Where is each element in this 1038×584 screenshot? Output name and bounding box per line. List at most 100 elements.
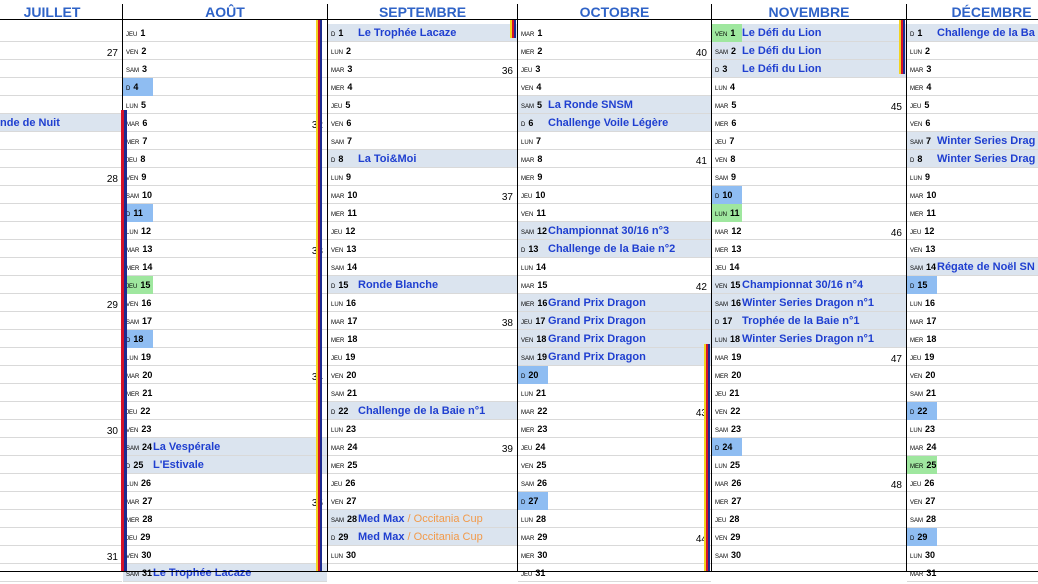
day-row[interactable]: JEU 26	[907, 474, 1038, 492]
day-row[interactable]: VEN 2	[123, 42, 327, 60]
day-row[interactable]	[0, 186, 122, 204]
day-row[interactable]: SAM 7 Winter Series Drag	[907, 132, 1038, 150]
event-label[interactable]: Le Défi du Lion	[742, 42, 906, 60]
day-row[interactable]: MER 27	[712, 492, 906, 510]
day-row[interactable]: MER 4	[907, 78, 1038, 96]
day-row[interactable]: JEU 12	[328, 222, 517, 240]
day-row[interactable]: MAR 10	[907, 186, 1038, 204]
day-row[interactable]: MAR 13	[123, 240, 327, 258]
day-row[interactable]	[0, 168, 122, 186]
day-row[interactable]: D 15 Ronde Blanche	[328, 276, 517, 294]
day-row[interactable]	[0, 204, 122, 222]
day-row[interactable]: VEN 13	[907, 240, 1038, 258]
day-row[interactable]: MAR 19	[712, 348, 906, 366]
day-row[interactable]	[0, 276, 122, 294]
day-row[interactable]: MAR 15	[518, 276, 711, 294]
day-row[interactable]: MAR 29	[518, 528, 711, 546]
day-row[interactable]: SAM 28 Med Max / Occitania Cup	[328, 510, 517, 528]
day-row[interactable]	[0, 132, 122, 150]
day-row[interactable]: MER 9	[518, 168, 711, 186]
day-row[interactable]	[0, 564, 122, 582]
day-row[interactable]: JEU 14	[712, 258, 906, 276]
day-row[interactable]: JEU 7	[712, 132, 906, 150]
day-row[interactable]: SAM 30	[712, 546, 906, 564]
event-label[interactable]: Med Max / Occitania Cup	[358, 510, 517, 528]
day-row[interactable]: VEN 27	[907, 492, 1038, 510]
day-row[interactable]	[0, 294, 122, 312]
day-row[interactable]: LUN 21	[518, 384, 711, 402]
day-row[interactable]	[0, 402, 122, 420]
day-row[interactable]: VEN 23	[123, 420, 327, 438]
day-row[interactable]: SAM 2 Le Défi du Lion	[712, 42, 906, 60]
day-row[interactable]: LUN 28	[518, 510, 711, 528]
day-row[interactable]: VEN 13	[328, 240, 517, 258]
day-row[interactable]: MER 28	[123, 510, 327, 528]
day-row[interactable]: MAR 31	[907, 564, 1038, 582]
day-row[interactable]: D 25 L'Estivale	[123, 456, 327, 474]
day-row[interactable]	[0, 546, 122, 564]
day-row[interactable]: SAM 10	[123, 186, 327, 204]
day-row[interactable]: LUN 4	[712, 78, 906, 96]
day-row[interactable]: JEU 10	[518, 186, 711, 204]
day-row[interactable]: MER 14	[123, 258, 327, 276]
day-row[interactable]: D 27	[518, 492, 711, 510]
day-row[interactable]: D 22 Challenge de la Baie n°1	[328, 402, 517, 420]
day-row[interactable]: VEN 6	[907, 114, 1038, 132]
event-label[interactable]: Ronde Blanche	[358, 276, 517, 294]
day-row[interactable]: SAM 14 Régate de Noël SN	[907, 258, 1038, 276]
day-row[interactable]	[0, 474, 122, 492]
day-row[interactable]: MAR 26	[712, 474, 906, 492]
day-row[interactable]: MAR 17	[907, 312, 1038, 330]
day-row[interactable]: VEN 4	[518, 78, 711, 96]
event-label[interactable]: L'Estivale	[153, 456, 327, 474]
day-row[interactable]: MER 18	[907, 330, 1038, 348]
day-row[interactable]	[0, 510, 122, 528]
day-row[interactable]: LUN 16	[907, 294, 1038, 312]
day-row[interactable]: D 15	[907, 276, 1038, 294]
day-row[interactable]: MAR 20	[123, 366, 327, 384]
day-row[interactable]: MAR 24	[907, 438, 1038, 456]
day-row[interactable]: MAR 10	[328, 186, 517, 204]
day-row[interactable]: MER 21	[123, 384, 327, 402]
day-row[interactable]: MAR 3	[328, 60, 517, 78]
day-row[interactable]: JEU 1	[123, 24, 327, 42]
day-row[interactable]	[0, 528, 122, 546]
day-row[interactable]	[0, 42, 122, 60]
day-row[interactable]: MER 16 Grand Prix Dragon	[518, 294, 711, 312]
day-row[interactable]	[0, 384, 122, 402]
day-row[interactable]: MAR 3	[907, 60, 1038, 78]
day-row[interactable]: D 8 Winter Series Drag	[907, 150, 1038, 168]
day-row[interactable]: LUN 5	[123, 96, 327, 114]
day-row[interactable]: MER 7	[123, 132, 327, 150]
event-label[interactable]: Le Défi du Lion	[742, 60, 906, 78]
event-label[interactable]: Grand Prix Dragon	[548, 330, 711, 348]
day-row[interactable]: VEN 11	[518, 204, 711, 222]
day-row[interactable]	[0, 348, 122, 366]
day-row[interactable]: MER 18	[328, 330, 517, 348]
day-row[interactable]	[0, 78, 122, 96]
day-row[interactable]: SAM 5 La Ronde SNSM	[518, 96, 711, 114]
day-row[interactable]: SAM 12 Championnat 30/16 n°3	[518, 222, 711, 240]
day-row[interactable]: MAR 6	[123, 114, 327, 132]
day-row[interactable]: MAR 27	[123, 492, 327, 510]
day-row[interactable]: SAM 23	[712, 420, 906, 438]
day-row[interactable]: LUN 14	[518, 258, 711, 276]
day-row[interactable]: VEN 29	[712, 528, 906, 546]
day-row[interactable]: JEU 21	[712, 384, 906, 402]
day-row[interactable]: VEN 8	[712, 150, 906, 168]
day-row[interactable]: LUN 19	[123, 348, 327, 366]
day-row[interactable]: JEU 22	[123, 402, 327, 420]
day-row[interactable]	[0, 24, 122, 42]
day-row[interactable]: VEN 20	[328, 366, 517, 384]
day-row[interactable]: JEU 28	[712, 510, 906, 528]
event-label[interactable]: Trophée de la Baie n°1	[742, 312, 906, 330]
day-row[interactable]: LUN 26	[123, 474, 327, 492]
day-row[interactable]: MER 30	[518, 546, 711, 564]
day-row[interactable]	[0, 60, 122, 78]
event-label[interactable]: Le Défi du Lion	[742, 24, 906, 42]
day-row[interactable]: MER 11	[907, 204, 1038, 222]
event-label[interactable]: Winter Series Dragon n°1	[742, 294, 906, 312]
day-row[interactable]: D 29 Med Max / Occitania Cup	[328, 528, 517, 546]
day-row[interactable]: SAM 3	[123, 60, 327, 78]
event-label[interactable]: Winter Series Drag	[937, 150, 1038, 168]
